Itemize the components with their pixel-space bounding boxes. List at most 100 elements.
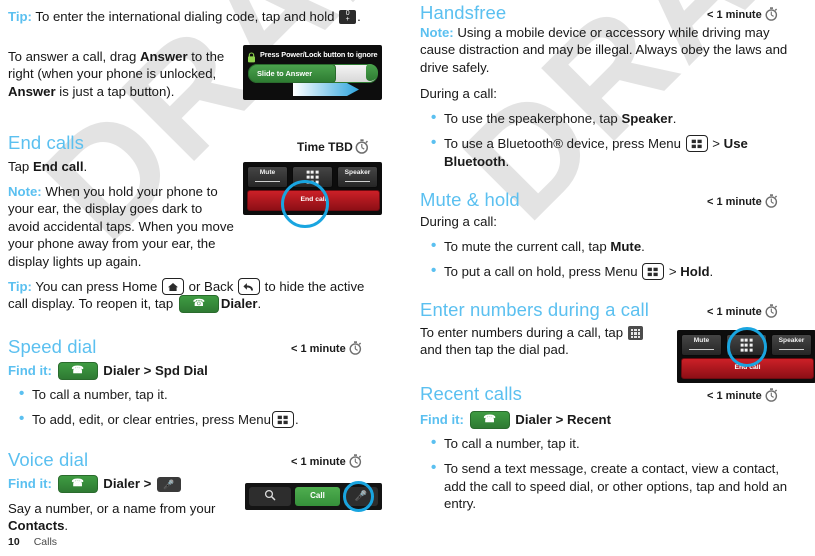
list-item: To send a text message, create a contact… [430, 459, 802, 512]
mute-underline [255, 180, 280, 182]
page-section-name: Calls [33, 536, 58, 548]
mute-b2-pre: To put a call on hold, press Menu [444, 264, 642, 280]
timing-mute-hold-text: < 1 minute [707, 196, 762, 208]
heading-end-calls: End calls [8, 132, 84, 153]
find-it-label-3: Find it: [420, 412, 464, 427]
mute-hold-during-call: During a call: [420, 214, 497, 229]
speed-dial-bullet-2-suffix: . [294, 412, 299, 428]
tip2-dialer-label: Dialer [220, 296, 258, 312]
timing-enter-numbers-text: < 1 minute [707, 306, 762, 318]
answer-part1: To answer a call, drag [8, 49, 140, 64]
incoming-call-status-text: Press Power/Lock button to ignore [260, 50, 378, 59]
slide-to-answer-label: Slide to Answer [257, 69, 313, 78]
handsfree-b1-bold: Speaker [621, 111, 673, 126]
speed-dial-bullet-2: To add, edit, or clear entries, press Me… [32, 412, 271, 428]
end-calls-tap-bold: End call [32, 159, 84, 174]
mute-b2-sep: > [665, 264, 681, 280]
search-button[interactable] [249, 487, 291, 506]
recent-bullet-1: To call a number, tap it. [444, 436, 580, 451]
mute-b1-pre: To mute the current call, tap [444, 239, 611, 254]
timing-voice-dial-text: < 1 minute [291, 456, 346, 468]
home-icon [161, 278, 184, 295]
recent-calls-find-it: Find it: ☎ Dialer > Recent [420, 410, 611, 429]
dialer-button-icon: ☎ [57, 362, 98, 380]
drag-right-arrow-icon [293, 81, 361, 98]
search-icon [264, 488, 276, 506]
handsfree-note-text: Using a mobile device or accessory while… [420, 25, 788, 75]
mute-button[interactable]: Mute [247, 166, 288, 188]
menu-icon [642, 263, 665, 281]
dialer-button-icon: ☎ [469, 411, 510, 429]
answer-bold1: Answer [139, 49, 188, 64]
handsfree-b1-post: . [672, 111, 677, 126]
find-it-dialer-3: Dialer [515, 412, 552, 427]
find-it-spd-dial: Spd Dial [155, 363, 208, 378]
mute-button-label: Mute [259, 169, 276, 176]
back-icon [238, 278, 261, 295]
find-it-recent: Recent [567, 412, 611, 427]
timing-speed-dial: < 1 minute [291, 341, 362, 358]
note-text: When you hold your phone to your ear, th… [8, 184, 234, 269]
tip-international-dialing: Tip: To enter the international dialing … [8, 8, 376, 25]
end-calls-tap-after: . [83, 159, 88, 174]
mute-hold-bullets: To mute the current call, tap Mute. To p… [430, 237, 802, 281]
speed-dial-bullets: To call a number, tap it. To add, edit, … [18, 385, 378, 429]
find-it-label-2: Find it: [8, 476, 52, 491]
voice-dial-icon: 🎤 [157, 477, 181, 492]
heading-speed-dial: Speed dial [8, 336, 97, 357]
answer-bold2: Answer [8, 83, 56, 99]
voice-dial-contacts: Contacts [8, 518, 65, 534]
speed-dial-bullet-1: To call a number, tap it. [32, 387, 168, 402]
timing-recent-calls: < 1 minute [707, 388, 778, 405]
enter-numbers-body: To enter numbers during a call, tap and … [420, 324, 668, 359]
tip-text-before: To enter the international dialing code,… [31, 9, 339, 24]
find-it-dialer-1: Dialer [103, 363, 140, 378]
timing-voice-dial: < 1 minute [291, 454, 362, 471]
heading-mute-hold: Mute & hold [420, 189, 520, 210]
call-button-label: Call [310, 491, 325, 500]
heading-handsfree: Handsfree [420, 2, 507, 23]
end-calls-note-narrow: Note: When you hold your phone to your e… [8, 183, 234, 270]
speaker-button[interactable]: Speaker [337, 166, 378, 188]
handsfree-note: Note: Using a mobile device or accessory… [420, 24, 802, 76]
list-item: To put a call on hold, press Menu > Hold… [430, 262, 802, 281]
list-item: To call a number, tap it. [18, 385, 378, 403]
enter-numbers-body-2: and then tap the dial pad. [420, 342, 569, 358]
list-item: To mute the current call, tap Mute. [430, 237, 802, 255]
find-it-label-1: Find it: [8, 363, 52, 378]
handsfree-during-call: During a call: [420, 86, 497, 101]
timing-recent-calls-text: < 1 minute [707, 390, 762, 402]
speaker-underline [345, 180, 370, 182]
heading-recent-calls: Recent calls [420, 383, 522, 404]
incoming-call-status-row: Press Power/Lock button to ignore [243, 45, 382, 62]
dial-pad-icon [627, 326, 643, 340]
stopwatch-icon [349, 454, 362, 471]
mute-button[interactable]: Mute [681, 334, 722, 356]
slider-right-cap [366, 64, 378, 81]
speaker-button[interactable]: Speaker [771, 334, 812, 356]
enter-numbers-body-1: To enter numbers during a call, tap [420, 325, 627, 340]
timing-speed-dial-text: < 1 minute [291, 343, 346, 355]
time-tbd-text: Time TBD [297, 140, 353, 154]
time-tbd-label: Time TBD [297, 139, 369, 157]
speaker-button-label: Speaker [778, 337, 805, 344]
recent-bullet-2: To send a text message, create a contact… [444, 461, 788, 512]
list-item: To call a number, tap it. [430, 434, 802, 452]
find-it-sep-3: > [555, 412, 564, 427]
mute-underline [689, 348, 714, 350]
timing-handsfree: < 1 minute [707, 7, 778, 24]
answer-part3: is just a tap button). [55, 83, 175, 99]
stopwatch-icon [765, 194, 778, 211]
voice-dial-body-1: Say a number, or a name from your [8, 501, 216, 516]
callout-ring-end-call [281, 180, 329, 228]
tip2-p5: . [257, 296, 262, 312]
mute-b2-post: . [709, 264, 714, 280]
call-button[interactable]: Call [295, 487, 340, 506]
list-item: To add, edit, or clear entries, press Me… [18, 410, 378, 429]
end-calls-tap-line: Tap End call. [8, 158, 234, 175]
handsfree-note-lead: Note: [420, 25, 454, 40]
tip-text-after: . [357, 9, 361, 24]
lock-icon [247, 50, 256, 62]
recent-calls-bullets: To call a number, tap it. To send a text… [430, 434, 802, 513]
zero-plus-key-icon: 0 + [339, 10, 357, 24]
